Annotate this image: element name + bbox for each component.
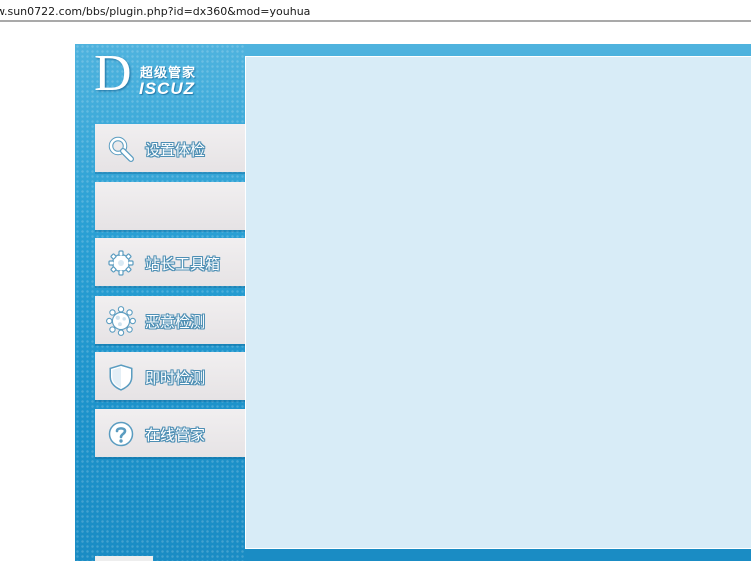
menu-label: 设置体检 — [145, 141, 206, 159]
app-frame: D 超级管家 ISCUZ 设置体检 站长工具箱 恶意检测 即时检测 在线管家 — [75, 44, 751, 561]
menu-label: 在线管家 — [145, 426, 206, 444]
logo: D 超级管家 ISCUZ — [94, 48, 254, 104]
help-icon — [108, 421, 134, 447]
shield-icon — [109, 364, 133, 391]
content-panel — [245, 56, 751, 549]
menu-item-online-butler[interactable]: 在线管家 — [95, 409, 246, 457]
menu-label: 即时检测 — [145, 369, 206, 387]
menu-label: 恶意检测 — [145, 313, 206, 331]
menu-label: 站长工具箱 — [145, 255, 221, 273]
address-url[interactable]: w.sun0722.com/bbs/plugin.php?id=dx360&mo… — [0, 5, 310, 18]
menu-item-realtime-detect[interactable]: 即时检测 — [95, 352, 246, 400]
menu-item-settings-check[interactable]: 设置体检 — [95, 124, 246, 172]
logo-letter: D — [94, 45, 132, 102]
menu-item-webmaster-tools[interactable]: 站长工具箱 — [95, 238, 246, 286]
virus-icon — [106, 306, 136, 336]
gear-icon — [108, 250, 134, 276]
logo-title-en: ISCUZ — [139, 79, 195, 98]
menu-item-malware-detect[interactable]: 恶意检测 — [95, 296, 246, 344]
search-icon — [108, 136, 134, 162]
address-bar[interactable]: w.sun0722.com/bbs/plugin.php?id=dx360&mo… — [0, 0, 751, 22]
menu-item-blank[interactable] — [95, 182, 246, 230]
footer-strip — [95, 556, 153, 561]
